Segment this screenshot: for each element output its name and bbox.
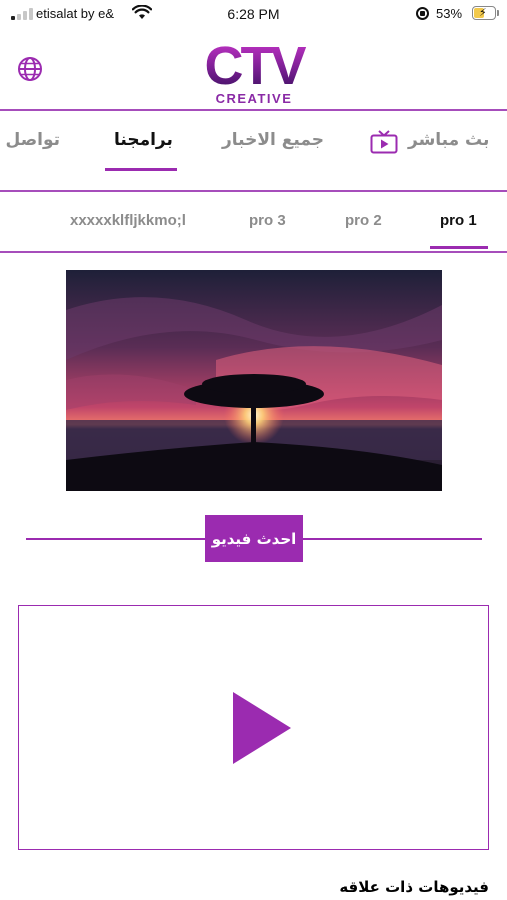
tab-contact-us[interactable]: تواصل معنا [0,130,60,150]
battery-tip [497,10,499,16]
video-player[interactable] [18,605,489,850]
related-videos-heading: فيديوهات ذات علاقه [339,878,489,896]
program-banner-image[interactable] [66,270,442,491]
rotation-lock-icon [416,7,429,20]
logo-main-text: CTV [196,39,312,93]
globe-icon[interactable] [17,56,43,82]
tab-live[interactable]: بث مباشر [408,130,489,150]
clock: 6:28 PM [227,6,280,22]
ctv-logo: CTV CREATIVE [196,39,312,108]
subtab-pro-2[interactable]: pro 2 [345,212,382,229]
subtab-pro-3[interactable]: pro 3 [249,212,286,229]
battery-icon: ⚡ [472,6,496,20]
status-bar: etisalat by e& 6:28 PM 53% ⚡ [0,0,507,30]
tv-icon[interactable] [370,130,398,154]
tab-our-programs[interactable]: برامجنا [114,130,173,150]
play-icon[interactable] [233,692,291,764]
battery-percent: 53% [436,6,463,21]
tab-active-indicator [105,168,177,171]
header-divider [0,109,507,111]
tab-all-news[interactable]: جميع الاخبار [222,130,324,150]
subtab-active-indicator [430,246,488,249]
latest-video-heading: احدث فيديو [205,515,303,562]
subtabs-divider [0,251,507,253]
subtab-pro-1[interactable]: pro 1 [440,212,477,229]
subtab-program-4[interactable]: xxxxxklfljkkmo;l [70,212,186,229]
tabs-divider [0,190,507,192]
